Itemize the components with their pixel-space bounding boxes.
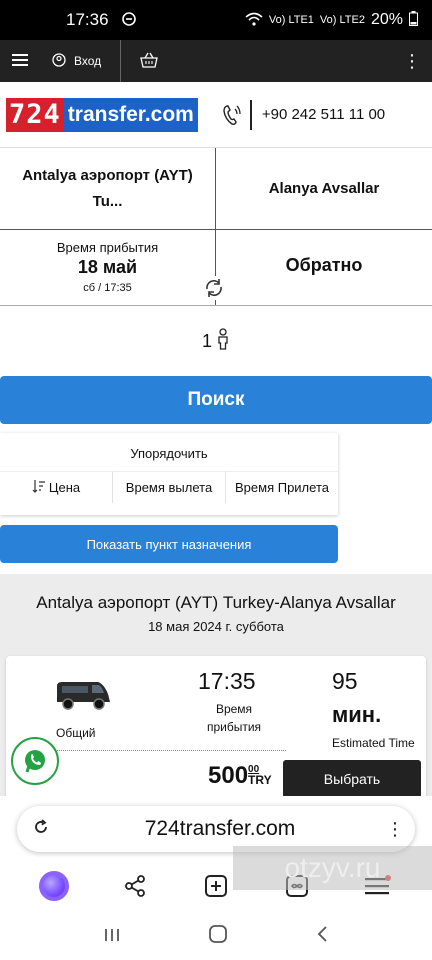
vehicle-type: Общий [56,726,96,740]
site-header: 724 transfer.com +90 242 511 11 00 [0,82,432,148]
battery-icon [409,11,418,29]
choose-button[interactable]: Выбрать [283,760,421,798]
swap-icon[interactable] [202,276,226,300]
passenger-selector[interactable]: 1 [0,306,432,376]
search-button[interactable]: Поиск [0,376,432,424]
share-icon[interactable] [118,869,152,903]
alice-assistant-icon[interactable] [37,869,71,903]
network-1: Vo) LTE1 [268,14,314,26]
arrival-label: Время прибытия [56,240,159,255]
van-icon [54,676,112,712]
to-location[interactable]: Alanya Avsallar [216,148,432,229]
estimated-time-label: Estimated Time [332,736,415,750]
route-selector: Antalya аэропорт (AYT) Tu... Alanya Avsa… [0,148,432,230]
login-button[interactable]: Вход [40,52,120,70]
duration-unit: мин. [332,702,382,727]
price-value: 500 [208,762,249,789]
sort-by-departure[interactable]: Время вылета [112,471,225,503]
sort-by-price[interactable]: Цена [0,471,112,503]
sort-by-arrival[interactable]: Время Прилета [225,471,338,503]
arrival-date-field[interactable]: Время прибытия 18 май сб / 17:35 [0,230,216,305]
battery-level: 20% [370,11,403,28]
home-icon[interactable] [208,924,228,950]
hamburger-menu-icon[interactable] [0,51,40,72]
results-date: 18 мая 2024 г. суббота [148,619,284,634]
user-icon [52,52,66,70]
top-nav: Вход ⋮ [0,40,432,82]
recent-apps-icon[interactable] [103,926,121,949]
sort-price-label: Цена [48,480,81,495]
reload-icon[interactable] [17,818,65,840]
transfer-card: Общий 17:35 Время прибытия 95 мин. Estim… [6,656,426,798]
more-vertical-icon[interactable]: ⋮ [392,51,432,72]
logo-number: 724 [6,97,64,132]
header-divider [249,99,252,130]
show-destination-button[interactable]: Показать пункт назначения [0,525,338,563]
phone-icon[interactable] [222,103,242,127]
price-currency: TRY [248,773,272,787]
return-date-field[interactable]: Обратно [216,230,432,305]
url-text[interactable]: 724transfer.com [65,817,375,841]
arrival-sub: сб / 17:35 [83,282,132,294]
logo-text: transfer.com [63,97,198,132]
logo[interactable]: 724 transfer.com [6,97,198,132]
sort-panel: Упорядочить Цена Время вылета Время Прил… [0,433,338,515]
wifi-icon [245,12,263,29]
transfer-time: 17:35 [198,668,256,694]
login-label: Вход [74,54,102,68]
back-icon[interactable] [315,925,329,949]
network-2: Vo) LTE2 [319,14,365,26]
system-navigation [0,914,432,960]
new-tab-icon[interactable] [199,869,233,903]
from-location[interactable]: Antalya аэропорт (AYT) Tu... [0,148,216,229]
person-icon [216,327,230,355]
browser-more-icon[interactable]: ⋮ [375,819,415,840]
notification-icon [121,11,137,30]
cart-button[interactable] [121,52,177,71]
watermark: otzyv.ru [233,846,432,890]
status-time: 17:36 [66,10,109,29]
phone-number[interactable]: +90 242 511 11 00 [262,106,385,123]
whatsapp-icon[interactable] [11,737,59,785]
basket-icon [140,52,158,71]
arrival-date: 18 май [77,257,138,277]
results-title: Antalya аэропорт (AYT) Turkey-Alanya Avs… [36,593,396,612]
duration-value: 95 [332,668,358,694]
transfer-time-label: Время прибытия [206,702,262,734]
sort-icon [32,479,46,496]
sort-title: Упорядочить [130,446,208,461]
price: 500 00 TRY [208,762,272,790]
status-bar: 17:36 Vo) LTE1 Vo) LTE2 20% [0,0,432,40]
passenger-count: 1 [201,330,212,351]
